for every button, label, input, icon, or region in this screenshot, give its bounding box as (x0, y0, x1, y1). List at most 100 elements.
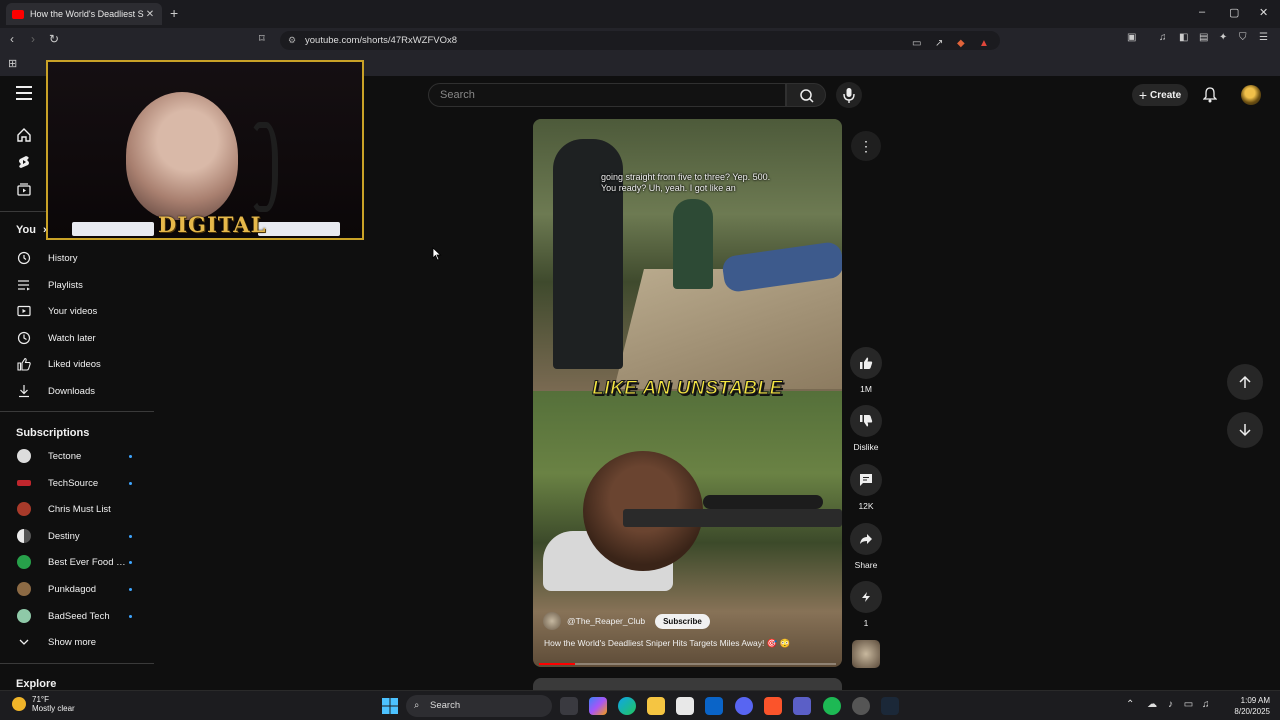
edge-icon[interactable] (618, 697, 636, 715)
create-label: Create (1150, 89, 1182, 101)
search-button[interactable] (786, 83, 826, 107)
brave-shields-icon[interactable]: ◆ (957, 34, 965, 53)
home-icon[interactable] (16, 127, 32, 143)
site-info-icon[interactable]: ⚙ (288, 31, 296, 50)
sidebar-item-channel[interactable]: BadSeed Tech (0, 604, 150, 628)
sidebar-item-channel[interactable]: Destiny (0, 524, 150, 548)
share-page-icon[interactable]: ↗ (935, 34, 943, 53)
volume-icon[interactable]: ♫ (1202, 699, 1210, 710)
subscriptions-icon[interactable] (16, 181, 32, 197)
video-title[interactable]: How the World's Deadliest Sniper Hits Ta… (544, 638, 790, 649)
channel-avatar (17, 555, 31, 569)
back-icon[interactable]: ‹ (10, 32, 14, 46)
file-explorer-icon[interactable] (647, 697, 665, 715)
sound-thumbnail[interactable] (852, 640, 880, 668)
media-icon[interactable]: ♫ (1159, 32, 1167, 43)
channel-handle[interactable]: @The_Reaper_Club (567, 616, 645, 626)
notifications-bell-icon[interactable] (1203, 87, 1217, 103)
minimize-window-button[interactable]: – (1199, 6, 1205, 18)
discord-icon[interactable] (735, 697, 753, 715)
brave-browser-icon[interactable] (764, 697, 782, 715)
channel-name: TechSource (48, 477, 99, 489)
more-options-button[interactable]: ⋮ (851, 131, 881, 161)
comments-button[interactable]: 12K (848, 464, 884, 511)
wallet-icon[interactable]: ▤ (1199, 32, 1208, 43)
sidebar-item-watch-later[interactable]: Watch later (0, 326, 150, 350)
shorts-icon[interactable] (16, 154, 32, 170)
sidebar-item-your-videos[interactable]: Your videos (0, 299, 150, 323)
channel-avatar (17, 480, 31, 486)
share-label: Share (854, 560, 878, 570)
sidebar-item-downloads[interactable]: Downloads (0, 379, 150, 403)
sidebar-item-channel[interactable]: Chris Must List (0, 497, 150, 521)
address-bar[interactable]: ⚙ youtube.com/shorts/47RxWZFVOx8 ▭ ↗ ◆ ▲ (280, 31, 1000, 50)
like-button[interactable]: 1M (848, 347, 884, 394)
close-tab-icon[interactable]: ✕ (144, 9, 156, 20)
maximize-window-button[interactable]: ▢ (1229, 6, 1239, 19)
leo-ai-icon[interactable]: ✦ (1219, 32, 1227, 43)
sidebar-item-channel[interactable]: Best Ever Food R... (0, 550, 150, 574)
onedrive-icon[interactable]: ☁ (1147, 699, 1157, 710)
chatgpt-icon[interactable] (852, 697, 870, 715)
brave-rewards-icon[interactable]: ▲ (979, 34, 989, 53)
system-tray[interactable]: ⌃ ☁ ♪ ▭ ♫ (1126, 699, 1209, 710)
steam-icon[interactable] (881, 697, 899, 715)
account-avatar[interactable] (1241, 85, 1261, 105)
guide-menu-icon[interactable] (16, 86, 32, 100)
subscribe-button[interactable]: Subscribe (655, 613, 710, 629)
video-progress-fill (539, 663, 575, 665)
subscriptions-title[interactable]: Subscriptions (16, 427, 89, 439)
sidebar-item-label: History (48, 252, 78, 264)
reload-icon[interactable]: ↻ (49, 32, 59, 46)
reading-list-icon[interactable]: ◧ (1179, 32, 1188, 43)
copilot-icon[interactable] (589, 697, 607, 715)
you-section-title[interactable]: You › (16, 224, 47, 236)
store-icon[interactable] (676, 697, 694, 715)
sidebar-item-channel[interactable]: Punkdagod (0, 577, 150, 601)
voice-search-button[interactable] (836, 82, 862, 108)
browser-menu-icon[interactable]: ☰ (1259, 32, 1268, 43)
sidebar-item-label: Your videos (48, 305, 98, 317)
search-input[interactable]: Search (428, 83, 786, 107)
microphone-icon[interactable]: ♪ (1168, 699, 1173, 710)
history-icon (17, 251, 31, 265)
sidebar-item-liked-videos[interactable]: Liked videos (0, 352, 150, 376)
new-tab-button[interactable]: + (170, 5, 178, 21)
bookmark-icon[interactable]: ⌑ (259, 32, 265, 45)
apps-grid-icon[interactable]: ⊞ (8, 57, 17, 70)
sidebar-item-history[interactable]: History (0, 246, 150, 270)
tray-overflow-icon[interactable]: ⌃ (1126, 699, 1134, 710)
next-short-preview[interactable] (533, 678, 842, 690)
remix-button[interactable]: 1 (848, 581, 884, 628)
video-progress-bar[interactable] (539, 663, 836, 665)
browser-tab[interactable]: How the World's Deadliest Sn ✕ (6, 3, 162, 25)
weather-widget[interactable]: 71°F Mostly clear (12, 695, 75, 713)
forward-icon[interactable]: › (31, 32, 35, 46)
taskbar-clock[interactable]: 1:09 AM 8/20/2025 (1226, 695, 1270, 717)
windows-start-icon[interactable] (381, 697, 399, 715)
share-button[interactable]: Share (848, 523, 884, 570)
outlook-icon[interactable] (705, 697, 723, 715)
taskbar-search-box[interactable]: ⌕ Search (406, 695, 552, 717)
show-more-button[interactable]: Show more (0, 630, 150, 654)
liked-videos-icon (17, 357, 31, 371)
cast-icon[interactable]: ▭ (912, 34, 921, 53)
vpn-icon[interactable]: ⛉ (1239, 32, 1247, 43)
next-short-button[interactable] (1227, 412, 1263, 448)
browser-tab-bar: How the World's Deadliest Sn ✕ + – ▢ ✕ (0, 0, 1280, 28)
channel-avatar[interactable] (543, 612, 561, 630)
sidebar-toggle-icon[interactable]: ▣ (1127, 32, 1136, 43)
teams-icon[interactable] (793, 697, 811, 715)
shorts-video-player[interactable]: going straight from five to three? Yep. … (533, 119, 842, 667)
network-icon[interactable]: ▭ (1184, 699, 1193, 710)
sidebar-item-channel[interactable]: TechSource (0, 471, 150, 495)
task-view-icon[interactable] (560, 697, 578, 715)
spotify-icon[interactable] (823, 697, 841, 715)
sidebar-item-channel[interactable]: Tectone (0, 444, 150, 468)
dislike-button[interactable]: Dislike (848, 405, 884, 452)
create-button[interactable]: + Create (1132, 84, 1188, 106)
sidebar-item-playlists[interactable]: Playlists (0, 273, 150, 297)
previous-short-button[interactable] (1227, 364, 1263, 400)
video-caption: LIKE AN UNSTABLE (592, 378, 783, 400)
close-window-button[interactable]: ✕ (1259, 6, 1268, 19)
